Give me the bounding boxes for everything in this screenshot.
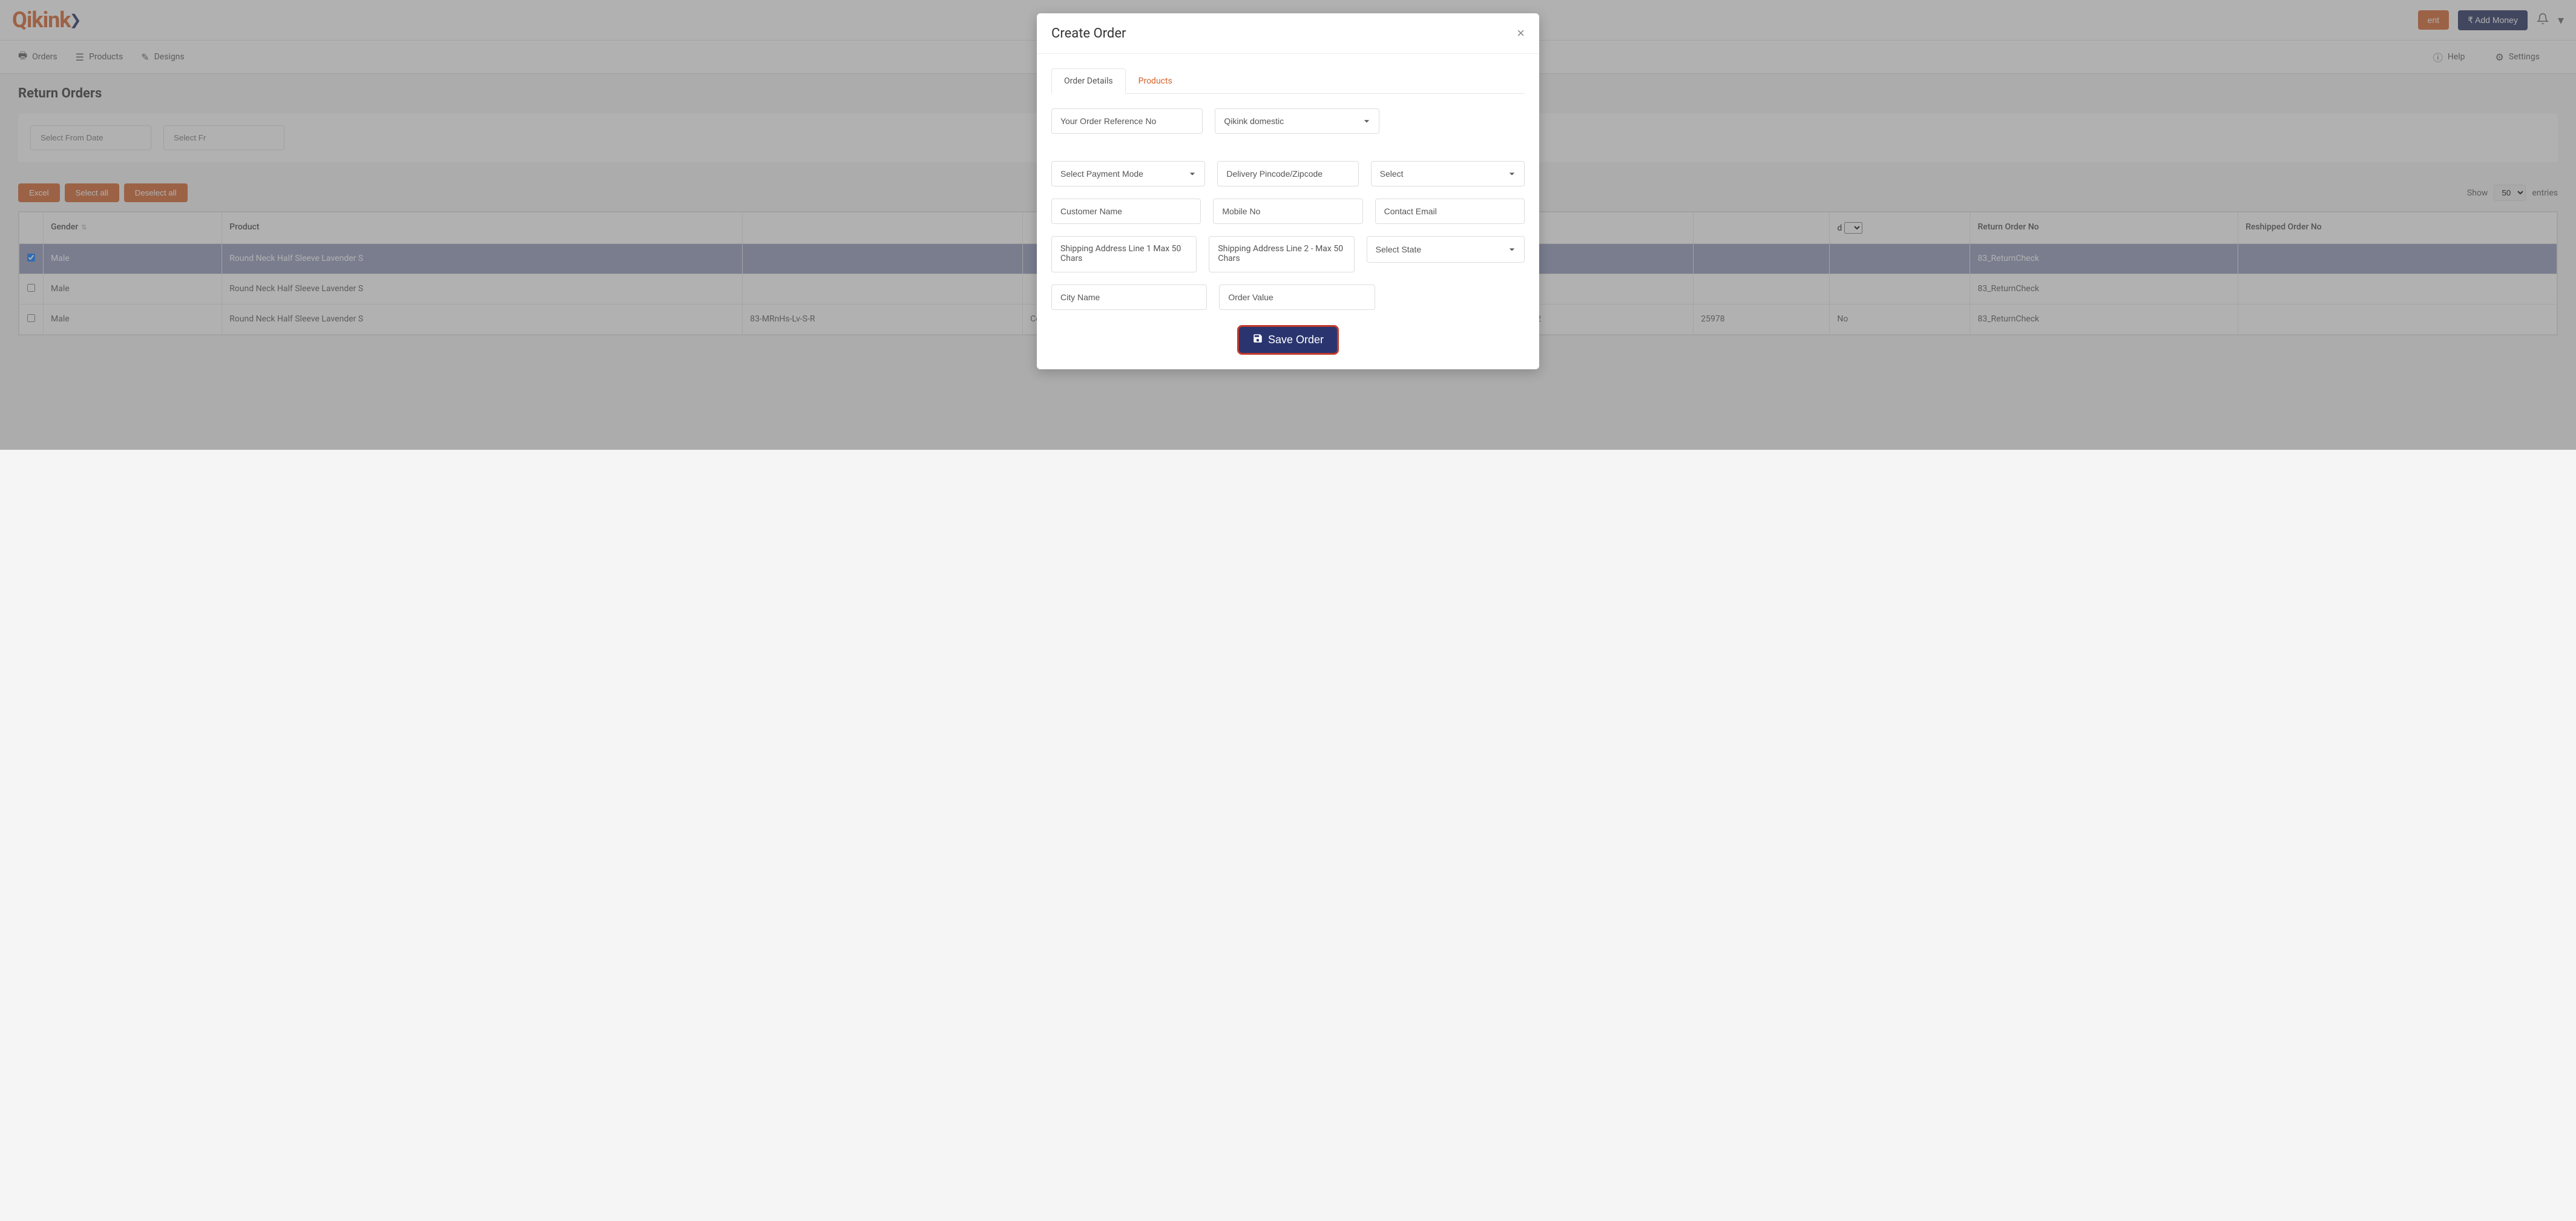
modal-title: Create Order: [1051, 26, 1126, 41]
save-order-label: Save Order: [1268, 334, 1324, 346]
tab-order-details[interactable]: Order Details: [1051, 68, 1126, 94]
close-icon[interactable]: ×: [1517, 25, 1525, 41]
address-line-1-input[interactable]: [1051, 236, 1197, 272]
save-icon: [1252, 333, 1263, 347]
customer-name-input[interactable]: [1051, 199, 1201, 224]
email-input[interactable]: [1375, 199, 1525, 224]
state-select[interactable]: Select State: [1367, 236, 1525, 263]
address-line-2-input[interactable]: [1209, 236, 1354, 272]
mobile-input[interactable]: [1213, 199, 1362, 224]
city-input[interactable]: [1051, 285, 1207, 310]
modal-tabs: Order Details Products: [1051, 68, 1525, 94]
save-order-button[interactable]: Save Order: [1237, 325, 1339, 355]
tab-products[interactable]: Products: [1126, 68, 1185, 94]
order-value-input[interactable]: [1219, 285, 1375, 310]
modal-header: Create Order ×: [1037, 13, 1539, 54]
pincode-input[interactable]: [1217, 161, 1358, 186]
courier-select[interactable]: Select: [1371, 161, 1525, 186]
order-reference-input[interactable]: [1051, 108, 1203, 134]
create-order-modal: Create Order × Order Details Products Qi…: [1037, 13, 1539, 369]
payment-mode-select[interactable]: Select Payment Mode: [1051, 161, 1205, 186]
shipping-type-select[interactable]: Qikink domestic: [1215, 108, 1379, 134]
